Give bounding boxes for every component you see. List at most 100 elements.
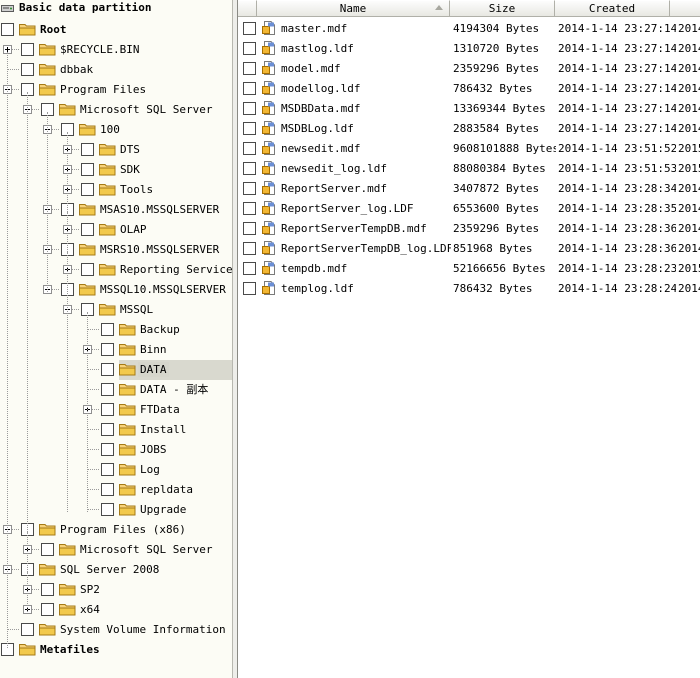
tree-node[interactable]: MSSQL [0, 300, 232, 320]
node-checkbox[interactable] [81, 163, 94, 176]
tree-node[interactable]: Tools [0, 180, 232, 200]
tree-node-label: FTData [140, 403, 180, 416]
file-checkbox[interactable] [243, 202, 256, 215]
folder-tree-pane[interactable]: Basic data partition Root $RECYCLE.BIN dbb… [0, 0, 232, 678]
node-checkbox[interactable] [101, 443, 114, 456]
file-row[interactable]: ReportServerTempDB_log.LDF 851968 Bytes 20… [238, 238, 700, 258]
node-checkbox[interactable] [21, 63, 34, 76]
node-checkbox[interactable] [21, 623, 34, 636]
file-row[interactable]: newsedit.mdf 9608101888 Bytes 2014-1-14 23… [238, 138, 700, 158]
node-checkbox[interactable] [101, 483, 114, 496]
tree-node[interactable]: MSRS10.MSSQLSERVER [0, 240, 232, 260]
node-checkbox[interactable] [101, 363, 114, 376]
node-checkbox[interactable] [1, 23, 14, 36]
file-checkbox[interactable] [243, 22, 256, 35]
node-checkbox[interactable] [41, 603, 54, 616]
tree-node[interactable]: Upgrade [0, 500, 232, 520]
tree-node[interactable]: Binn [0, 340, 232, 360]
file-name: MSDBLog.ldf [281, 122, 354, 135]
node-checkbox[interactable] [81, 143, 94, 156]
file-row[interactable]: master.mdf 4194304 Bytes 2014-1-14 23:27:1… [238, 18, 700, 38]
node-checkbox[interactable] [101, 403, 114, 416]
file-checkbox[interactable] [243, 102, 256, 115]
tree-node[interactable]: Reporting Services [0, 260, 232, 280]
tree-node[interactable]: Program Files (x86) [0, 520, 232, 540]
tree-node[interactable]: System Volume Information [0, 620, 232, 640]
file-checkbox[interactable] [243, 242, 256, 255]
node-checkbox[interactable] [101, 423, 114, 436]
tree-node[interactable]: OLAP [0, 220, 232, 240]
tree-node[interactable]: DATA [0, 360, 232, 380]
file-checkbox[interactable] [243, 162, 256, 175]
column-header-name[interactable]: Name [257, 0, 450, 17]
tree-node[interactable]: Microsoft SQL Server [0, 100, 232, 120]
node-checkbox[interactable] [101, 343, 114, 356]
file-size: 2359296 Bytes [453, 62, 540, 75]
tree-node[interactable]: Install [0, 420, 232, 440]
node-checkbox[interactable] [101, 503, 114, 516]
file-list-pane[interactable]: Name Size Created master.mdf 4194304 Byte… [238, 0, 700, 678]
node-checkbox[interactable] [101, 383, 114, 396]
file-row[interactable]: MSDBData.mdf 13369344 Bytes 2014-1-14 23:2… [238, 98, 700, 118]
tree-node[interactable]: Metafiles [0, 640, 232, 660]
file-row[interactable]: model.mdf 2359296 Bytes 2014-1-14 23:27:14… [238, 58, 700, 78]
tree-node[interactable]: Program Files [0, 80, 232, 100]
file-row[interactable]: ReportServerTempDB.mdf 2359296 Bytes 2014-… [238, 218, 700, 238]
column-header-created[interactable]: Created [555, 0, 670, 17]
tree-node[interactable]: $RECYCLE.BIN [0, 40, 232, 60]
tree-node[interactable]: MSSQL10.MSSQLSERVER [0, 280, 232, 300]
file-row[interactable]: templog.ldf 786432 Bytes 2014-1-14 23:28:2… [238, 278, 700, 298]
node-checkbox[interactable] [101, 323, 114, 336]
database-file-icon [262, 181, 276, 195]
folder-icon [119, 482, 136, 496]
tree-node[interactable]: dbbak [0, 60, 232, 80]
file-row[interactable]: MSDBLog.ldf 2883584 Bytes 2014-1-14 23:27:… [238, 118, 700, 138]
file-row[interactable]: tempdb.mdf 52166656 Bytes 2014-1-14 23:28:… [238, 258, 700, 278]
tree-node[interactable]: DATA - 副本 [0, 380, 232, 400]
file-checkbox[interactable] [243, 62, 256, 75]
tree-node[interactable]: repldata [0, 480, 232, 500]
tree-guide-line [27, 92, 28, 572]
file-row[interactable]: ReportServer_log.LDF 6553600 Bytes 2014-1-… [238, 198, 700, 218]
tree-node[interactable]: Log [0, 460, 232, 480]
tree-node[interactable]: SDK [0, 160, 232, 180]
file-checkbox[interactable] [243, 222, 256, 235]
file-checkbox[interactable] [243, 182, 256, 195]
file-checkbox[interactable] [243, 82, 256, 95]
tree-node[interactable]: SQL Server 2008 [0, 560, 232, 580]
node-checkbox[interactable] [21, 43, 34, 56]
database-file-icon [262, 221, 276, 235]
file-checkbox[interactable] [243, 282, 256, 295]
file-checkbox[interactable] [243, 122, 256, 135]
tree-node[interactable]: JOBS [0, 440, 232, 460]
tree-node[interactable]: DTS [0, 140, 232, 160]
file-checkbox[interactable] [243, 142, 256, 155]
tree-node-label: System Volume Information [60, 623, 226, 636]
file-checkbox[interactable] [243, 262, 256, 275]
node-checkbox[interactable] [81, 183, 94, 196]
file-row[interactable]: newsedit_log.ldf 88080384 Bytes 2014-1-14 … [238, 158, 700, 178]
tree-node[interactable]: Root [0, 20, 232, 40]
tree-node-label: x64 [80, 603, 100, 616]
tree-node[interactable]: FTData [0, 400, 232, 420]
node-checkbox[interactable] [41, 583, 54, 596]
file-row[interactable]: modellog.ldf 786432 Bytes 2014-1-14 23:27:… [238, 78, 700, 98]
node-checkbox[interactable] [101, 463, 114, 476]
column-header-checkbox[interactable] [238, 0, 257, 17]
node-checkbox[interactable] [81, 263, 94, 276]
column-header-modified[interactable] [670, 0, 700, 17]
tree-node[interactable]: x64 [0, 600, 232, 620]
node-checkbox[interactable] [41, 543, 54, 556]
disk-icon [1, 5, 14, 12]
tree-node[interactable]: Microsoft SQL Server [0, 540, 232, 560]
tree-node[interactable]: SP2 [0, 580, 232, 600]
node-checkbox[interactable] [81, 223, 94, 236]
tree-node-label: MSSQL [120, 303, 154, 316]
tree-node[interactable]: MSAS10.MSSQLSERVER [0, 200, 232, 220]
tree-node[interactable]: 100 [0, 120, 232, 140]
file-checkbox[interactable] [243, 42, 256, 55]
file-row[interactable]: mastlog.ldf 1310720 Bytes 2014-1-14 23:27:… [238, 38, 700, 58]
file-row[interactable]: ReportServer.mdf 3407872 Bytes 2014-1-14 2… [238, 178, 700, 198]
tree-node[interactable]: Backup [0, 320, 232, 340]
column-header-size[interactable]: Size [450, 0, 555, 17]
